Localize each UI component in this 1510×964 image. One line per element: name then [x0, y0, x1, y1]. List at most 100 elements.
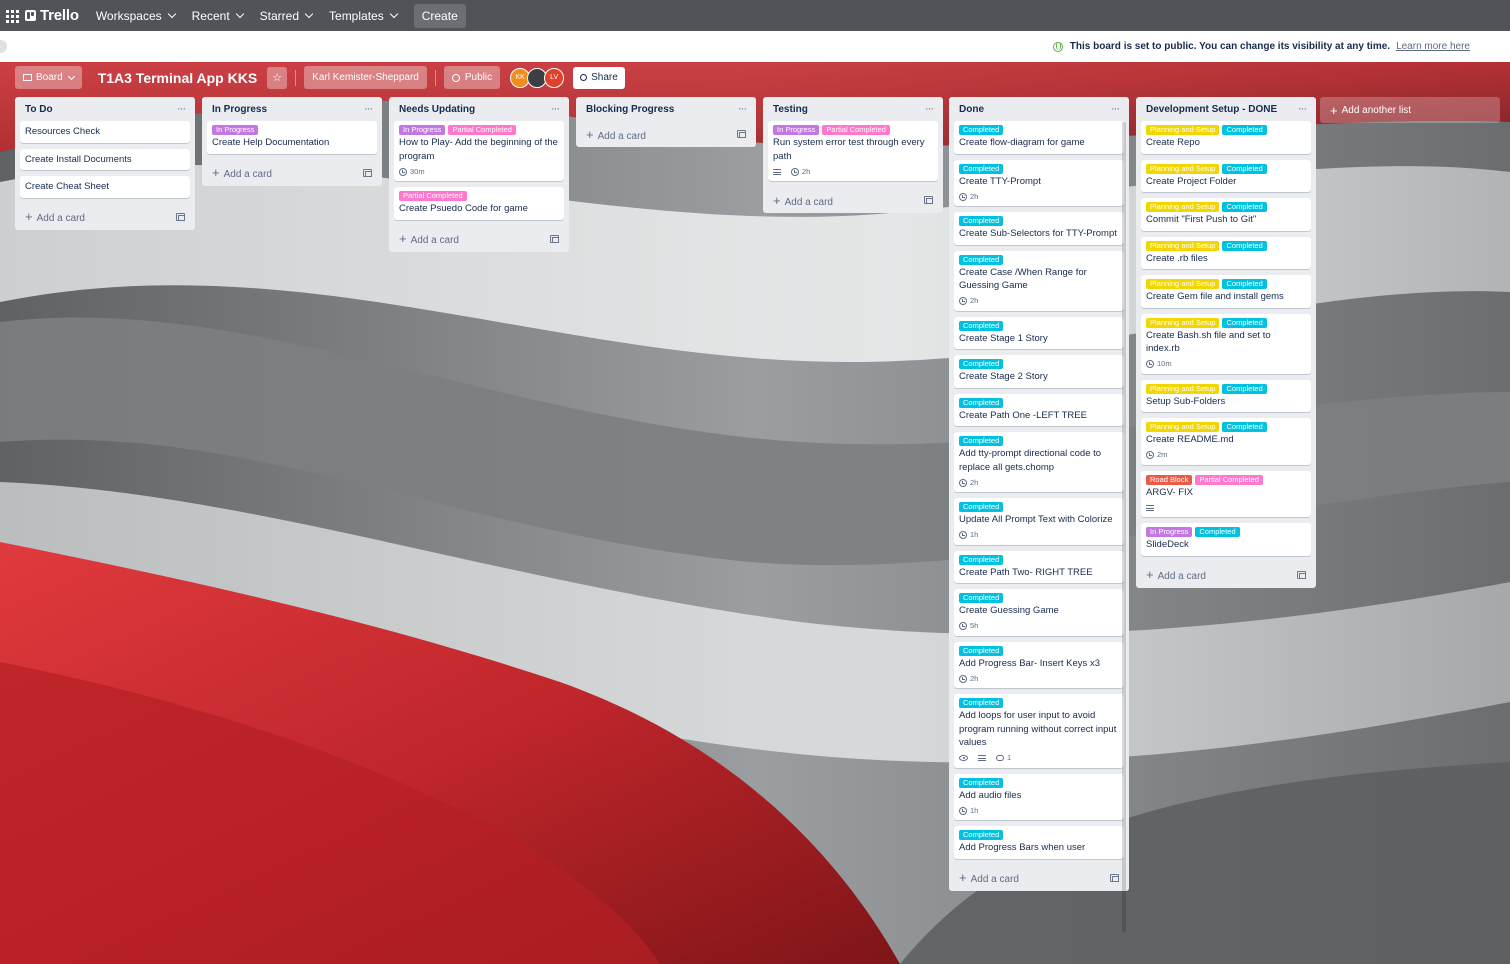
- card[interactable]: Planning and Setup Completed Create Gem fi…: [1141, 275, 1311, 308]
- list-header[interactable]: In Progress ···: [207, 97, 377, 121]
- card-label[interactable]: Completed: [959, 359, 1004, 369]
- card-label[interactable]: Completed: [959, 320, 1004, 331]
- card-label[interactable]: Completed: [1222, 163, 1267, 174]
- card-label[interactable]: Completed: [1222, 202, 1267, 212]
- card[interactable]: Resources Check: [20, 121, 190, 143]
- card[interactable]: In Progress Create Help Documentation: [207, 121, 377, 154]
- add-card-control[interactable]: + Add a card: [586, 127, 646, 142]
- card-label[interactable]: Planning and Setup: [1146, 383, 1220, 394]
- card-label[interactable]: In Progress: [212, 125, 259, 135]
- card-label[interactable]: Completed: [1222, 279, 1267, 289]
- board-view-switcher[interactable]: Board: [15, 66, 82, 89]
- list-header[interactable]: Done ···: [954, 97, 1124, 121]
- list-menu-icon[interactable]: ···: [551, 103, 560, 115]
- list-menu-icon[interactable]: ···: [1111, 103, 1120, 115]
- card-label[interactable]: In Progress: [1146, 527, 1193, 537]
- avatar[interactable]: LV: [544, 67, 565, 88]
- list-header[interactable]: To Do ···: [20, 97, 190, 121]
- card-label[interactable]: Completed: [959, 125, 1004, 135]
- card-label[interactable]: Completed: [959, 830, 1004, 840]
- list-menu-icon[interactable]: ···: [738, 103, 747, 115]
- card-label[interactable]: In Progress: [399, 125, 446, 135]
- card-label[interactable]: Completed: [959, 436, 1004, 446]
- visibility-button[interactable]: Public: [443, 66, 501, 89]
- card-label[interactable]: Planning and Setup: [1146, 279, 1220, 289]
- card-label[interactable]: Completed: [1222, 125, 1267, 135]
- learn-more-link[interactable]: Learn more here: [1396, 41, 1470, 52]
- card[interactable]: Create Cheat Sheet: [20, 176, 190, 198]
- card[interactable]: Planning and Setup Completed Create Bash.s…: [1141, 313, 1311, 374]
- card-label[interactable]: Completed: [1195, 527, 1240, 537]
- card-template-icon[interactable]: [1297, 570, 1306, 579]
- card[interactable]: In Progress Partial Completed Run system e…: [768, 121, 938, 181]
- card-label[interactable]: Completed: [1222, 383, 1267, 394]
- app-switcher-icon[interactable]: [3, 7, 21, 25]
- card-label[interactable]: Planning and Setup: [1146, 240, 1220, 251]
- list-title[interactable]: To Do: [25, 104, 53, 115]
- card-label[interactable]: Completed: [959, 163, 1004, 174]
- add-card-control[interactable]: + Add a card: [773, 193, 833, 208]
- card[interactable]: Completed Add Progress Bar- Insert Keys x…: [954, 641, 1124, 688]
- share-button[interactable]: Share: [573, 66, 625, 89]
- card[interactable]: Completed Create Case /When Range for Gue…: [954, 250, 1124, 311]
- card-label[interactable]: Partial Completed: [1195, 474, 1263, 485]
- card-label[interactable]: Completed: [959, 254, 1004, 265]
- card-label[interactable]: Completed: [959, 216, 1004, 226]
- add-card-control[interactable]: + Add a card: [1146, 567, 1206, 582]
- list-title[interactable]: Done: [959, 104, 984, 115]
- board-title[interactable]: T1A3 Terminal App KKS: [98, 70, 257, 86]
- add-card-button[interactable]: + Add a card: [581, 121, 751, 147]
- add-card-button[interactable]: + Add a card: [954, 865, 1124, 891]
- card-label[interactable]: Partial Completed: [448, 125, 516, 135]
- list-menu-icon[interactable]: ···: [364, 103, 373, 115]
- add-card-button[interactable]: + Add a card: [207, 160, 377, 186]
- workspace-button[interactable]: Karl Kemister-Sheppard: [304, 66, 427, 89]
- nav-starred[interactable]: Starred: [260, 9, 314, 23]
- card-label[interactable]: Planning and Setup: [1146, 317, 1220, 328]
- card-label[interactable]: Planning and Setup: [1146, 163, 1220, 174]
- create-button[interactable]: Create: [413, 3, 466, 28]
- card-label[interactable]: Completed: [1222, 240, 1267, 251]
- list-title[interactable]: Blocking Progress: [586, 104, 674, 115]
- card-label[interactable]: Planning and Setup: [1146, 202, 1220, 212]
- list-menu-icon[interactable]: ···: [925, 103, 934, 115]
- card[interactable]: Completed Add tty-prompt directional code…: [954, 432, 1124, 492]
- list-title[interactable]: In Progress: [212, 104, 267, 115]
- card[interactable]: Completed Create Guessing Game 5h: [954, 589, 1124, 636]
- done-list-scrollbar[interactable]: [1122, 122, 1126, 932]
- card[interactable]: Completed Create Sub-Selectors for TTY-Pr…: [954, 212, 1124, 245]
- card-label[interactable]: Completed: [959, 645, 1004, 656]
- card-template-icon[interactable]: [176, 212, 185, 221]
- card-label[interactable]: Completed: [959, 777, 1004, 788]
- card[interactable]: Planning and Setup Completed Create Repo: [1141, 121, 1311, 154]
- card-label[interactable]: Partial Completed: [822, 125, 890, 135]
- card-template-icon[interactable]: [550, 234, 559, 243]
- card[interactable]: Completed Create flow-diagram for game: [954, 121, 1124, 154]
- list-title[interactable]: Needs Updating: [399, 104, 475, 115]
- card[interactable]: Completed Add audio files 1h: [954, 773, 1124, 820]
- card-label[interactable]: In Progress: [773, 125, 820, 135]
- card-label[interactable]: Completed: [959, 698, 1004, 708]
- card[interactable]: Planning and Setup Completed Setup Sub-Fol…: [1141, 379, 1311, 412]
- add-card-button[interactable]: + Add a card: [768, 187, 938, 213]
- card[interactable]: Planning and Setup Completed Commit "First…: [1141, 198, 1311, 231]
- card-label[interactable]: Completed: [959, 593, 1004, 603]
- card-template-icon[interactable]: [737, 130, 746, 138]
- add-card-control[interactable]: + Add a card: [25, 209, 85, 224]
- nav-templates[interactable]: Templates: [329, 9, 398, 23]
- card[interactable]: Create Install Documents: [20, 148, 190, 170]
- card-label[interactable]: Completed: [959, 502, 1004, 512]
- card-label[interactable]: Completed: [959, 397, 1004, 408]
- list-header[interactable]: Blocking Progress ···: [581, 97, 751, 121]
- list-title[interactable]: Testing: [773, 104, 808, 115]
- card-label[interactable]: Completed: [1222, 422, 1267, 432]
- star-icon[interactable]: ☆: [267, 66, 288, 89]
- card-template-icon[interactable]: [924, 196, 933, 204]
- card[interactable]: Road Block Partial Completed ARGV- FIX: [1141, 470, 1311, 517]
- card-label[interactable]: Partial Completed: [399, 191, 467, 201]
- card[interactable]: Planning and Setup Completed Create .rb fi…: [1141, 236, 1311, 269]
- card[interactable]: Completed Add loops for user input to avo…: [954, 694, 1124, 768]
- card[interactable]: Completed Create Path Two- RIGHT TREE: [954, 550, 1124, 583]
- list-menu-icon[interactable]: ···: [177, 103, 186, 115]
- list-header[interactable]: Needs Updating ···: [394, 97, 564, 121]
